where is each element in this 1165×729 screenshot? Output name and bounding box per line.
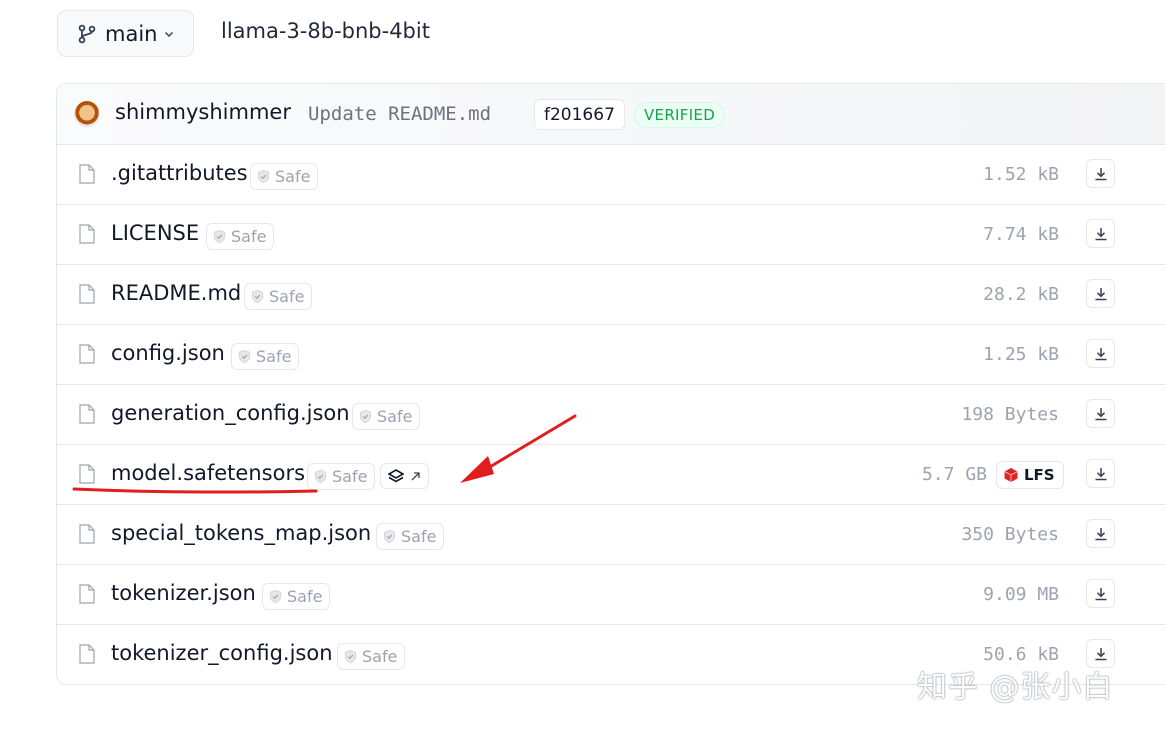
- file-size: 9.09 MB: [983, 584, 1059, 605]
- file-name-link[interactable]: model.safetensors: [111, 461, 305, 485]
- safe-badge[interactable]: Safe: [307, 463, 376, 490]
- file-size: 198 Bytes: [961, 404, 1059, 425]
- download-icon: [1095, 287, 1106, 300]
- shield-check-icon: [344, 649, 357, 664]
- commit-message[interactable]: Update README.md: [308, 103, 491, 125]
- file-size: 1.52 kB: [983, 164, 1059, 185]
- download-icon: [1095, 347, 1106, 360]
- download-button[interactable]: [1086, 399, 1115, 428]
- file-row[interactable]: README.md Safe 28.2 kB: [57, 265, 1165, 325]
- git-branch-icon: [78, 24, 96, 43]
- file-name-link[interactable]: tokenizer_config.json: [111, 641, 333, 665]
- file-size: 5.7 GB: [921, 464, 987, 485]
- commit-hash[interactable]: f201667: [534, 99, 625, 130]
- download-icon: [1095, 587, 1106, 600]
- lfs-cube-icon: [1004, 468, 1018, 482]
- download-button[interactable]: [1086, 459, 1115, 488]
- file-icon: [79, 344, 95, 364]
- safe-label: Safe: [332, 467, 368, 486]
- file-name-link[interactable]: README.md: [111, 281, 241, 305]
- file-row[interactable]: special_tokens_map.json Safe 350 Bytes: [57, 505, 1165, 565]
- shield-check-icon: [251, 289, 264, 304]
- download-button[interactable]: [1086, 159, 1115, 188]
- safe-badge[interactable]: Safe: [244, 283, 313, 310]
- avatar[interactable]: [74, 101, 100, 127]
- last-commit-bar: shimmyshimmer Update README.md f201667 V…: [57, 84, 1165, 145]
- file-icon: [79, 584, 95, 604]
- safe-badge[interactable]: Safe: [376, 523, 445, 550]
- file-name-link[interactable]: generation_config.json: [111, 401, 350, 425]
- download-button[interactable]: [1086, 519, 1115, 548]
- safe-label: Safe: [377, 407, 413, 426]
- download-button[interactable]: [1086, 219, 1115, 248]
- file-size: 1.25 kB: [983, 344, 1059, 365]
- lfs-label: LFS: [1024, 466, 1055, 484]
- safe-label: Safe: [269, 287, 305, 306]
- external-link-icon: [411, 471, 420, 480]
- commit-user[interactable]: shimmyshimmer: [115, 100, 291, 124]
- safe-label: Safe: [362, 647, 398, 666]
- safe-label: Safe: [231, 227, 267, 246]
- repo-name: llama-3-8b-bnb-4bit: [221, 19, 430, 43]
- safe-badge[interactable]: Safe: [206, 223, 275, 250]
- file-name-link[interactable]: tokenizer.json: [111, 581, 256, 605]
- shield-check-icon: [257, 169, 270, 184]
- download-button[interactable]: [1086, 339, 1115, 368]
- shield-check-icon: [314, 469, 327, 484]
- file-size: 350 Bytes: [961, 524, 1059, 545]
- verified-badge: VERIFIED: [634, 102, 726, 128]
- file-icon: [79, 164, 95, 184]
- file-size: 7.74 kB: [983, 224, 1059, 245]
- safe-badge[interactable]: Safe: [352, 403, 421, 430]
- file-row[interactable]: model.safetensors Safe 5.7 GB LFS: [57, 445, 1165, 505]
- download-icon: [1095, 227, 1106, 240]
- file-size: 28.2 kB: [983, 284, 1059, 305]
- file-name-link[interactable]: LICENSE: [111, 221, 199, 245]
- chevron-down-icon: [165, 31, 174, 37]
- file-row[interactable]: generation_config.json Safe 198 Bytes: [57, 385, 1165, 445]
- file-name-link[interactable]: special_tokens_map.json: [111, 521, 371, 545]
- file-row[interactable]: .gitattributes Safe 1.52 kB: [57, 145, 1165, 205]
- file-list-panel: shimmyshimmer Update README.md f201667 V…: [56, 83, 1165, 685]
- download-button[interactable]: [1086, 579, 1115, 608]
- file-name-link[interactable]: .gitattributes: [111, 161, 248, 185]
- file-icon: [79, 284, 95, 304]
- file-icon: [79, 524, 95, 544]
- shield-check-icon: [359, 409, 372, 424]
- safe-badge[interactable]: Safe: [337, 643, 406, 670]
- file-icon: [79, 404, 95, 424]
- shield-check-icon: [383, 529, 396, 544]
- shield-check-icon: [213, 229, 226, 244]
- file-row[interactable]: LICENSE Safe 7.74 kB: [57, 205, 1165, 265]
- safe-label: Safe: [275, 167, 311, 186]
- xet-link-badge[interactable]: [380, 463, 429, 489]
- safe-label: Safe: [256, 347, 292, 366]
- lfs-badge[interactable]: LFS: [996, 461, 1064, 489]
- branch-label: main: [105, 21, 158, 46]
- file-icon: [79, 224, 95, 244]
- watermark: 知乎 @张小白: [917, 670, 1114, 705]
- safe-label: Safe: [287, 587, 323, 606]
- safe-badge[interactable]: Safe: [262, 583, 331, 610]
- file-row[interactable]: tokenizer.json Safe 9.09 MB: [57, 565, 1165, 625]
- layers-icon: [388, 469, 404, 483]
- download-icon: [1095, 527, 1106, 540]
- file-row[interactable]: config.json Safe 1.25 kB: [57, 325, 1165, 385]
- branch-selector-button[interactable]: main: [57, 10, 194, 57]
- safe-badge[interactable]: Safe: [231, 343, 300, 370]
- safe-badge[interactable]: Safe: [250, 163, 319, 190]
- download-icon: [1095, 167, 1106, 180]
- safe-label: Safe: [401, 527, 437, 546]
- file-icon: [79, 464, 95, 484]
- file-name-link[interactable]: config.json: [111, 341, 225, 365]
- download-icon: [1095, 407, 1106, 420]
- file-icon: [79, 644, 95, 664]
- shield-check-icon: [238, 349, 251, 364]
- download-icon: [1095, 467, 1106, 480]
- shield-check-icon: [269, 589, 282, 604]
- download-icon: [1095, 647, 1106, 660]
- download-button[interactable]: [1086, 279, 1115, 308]
